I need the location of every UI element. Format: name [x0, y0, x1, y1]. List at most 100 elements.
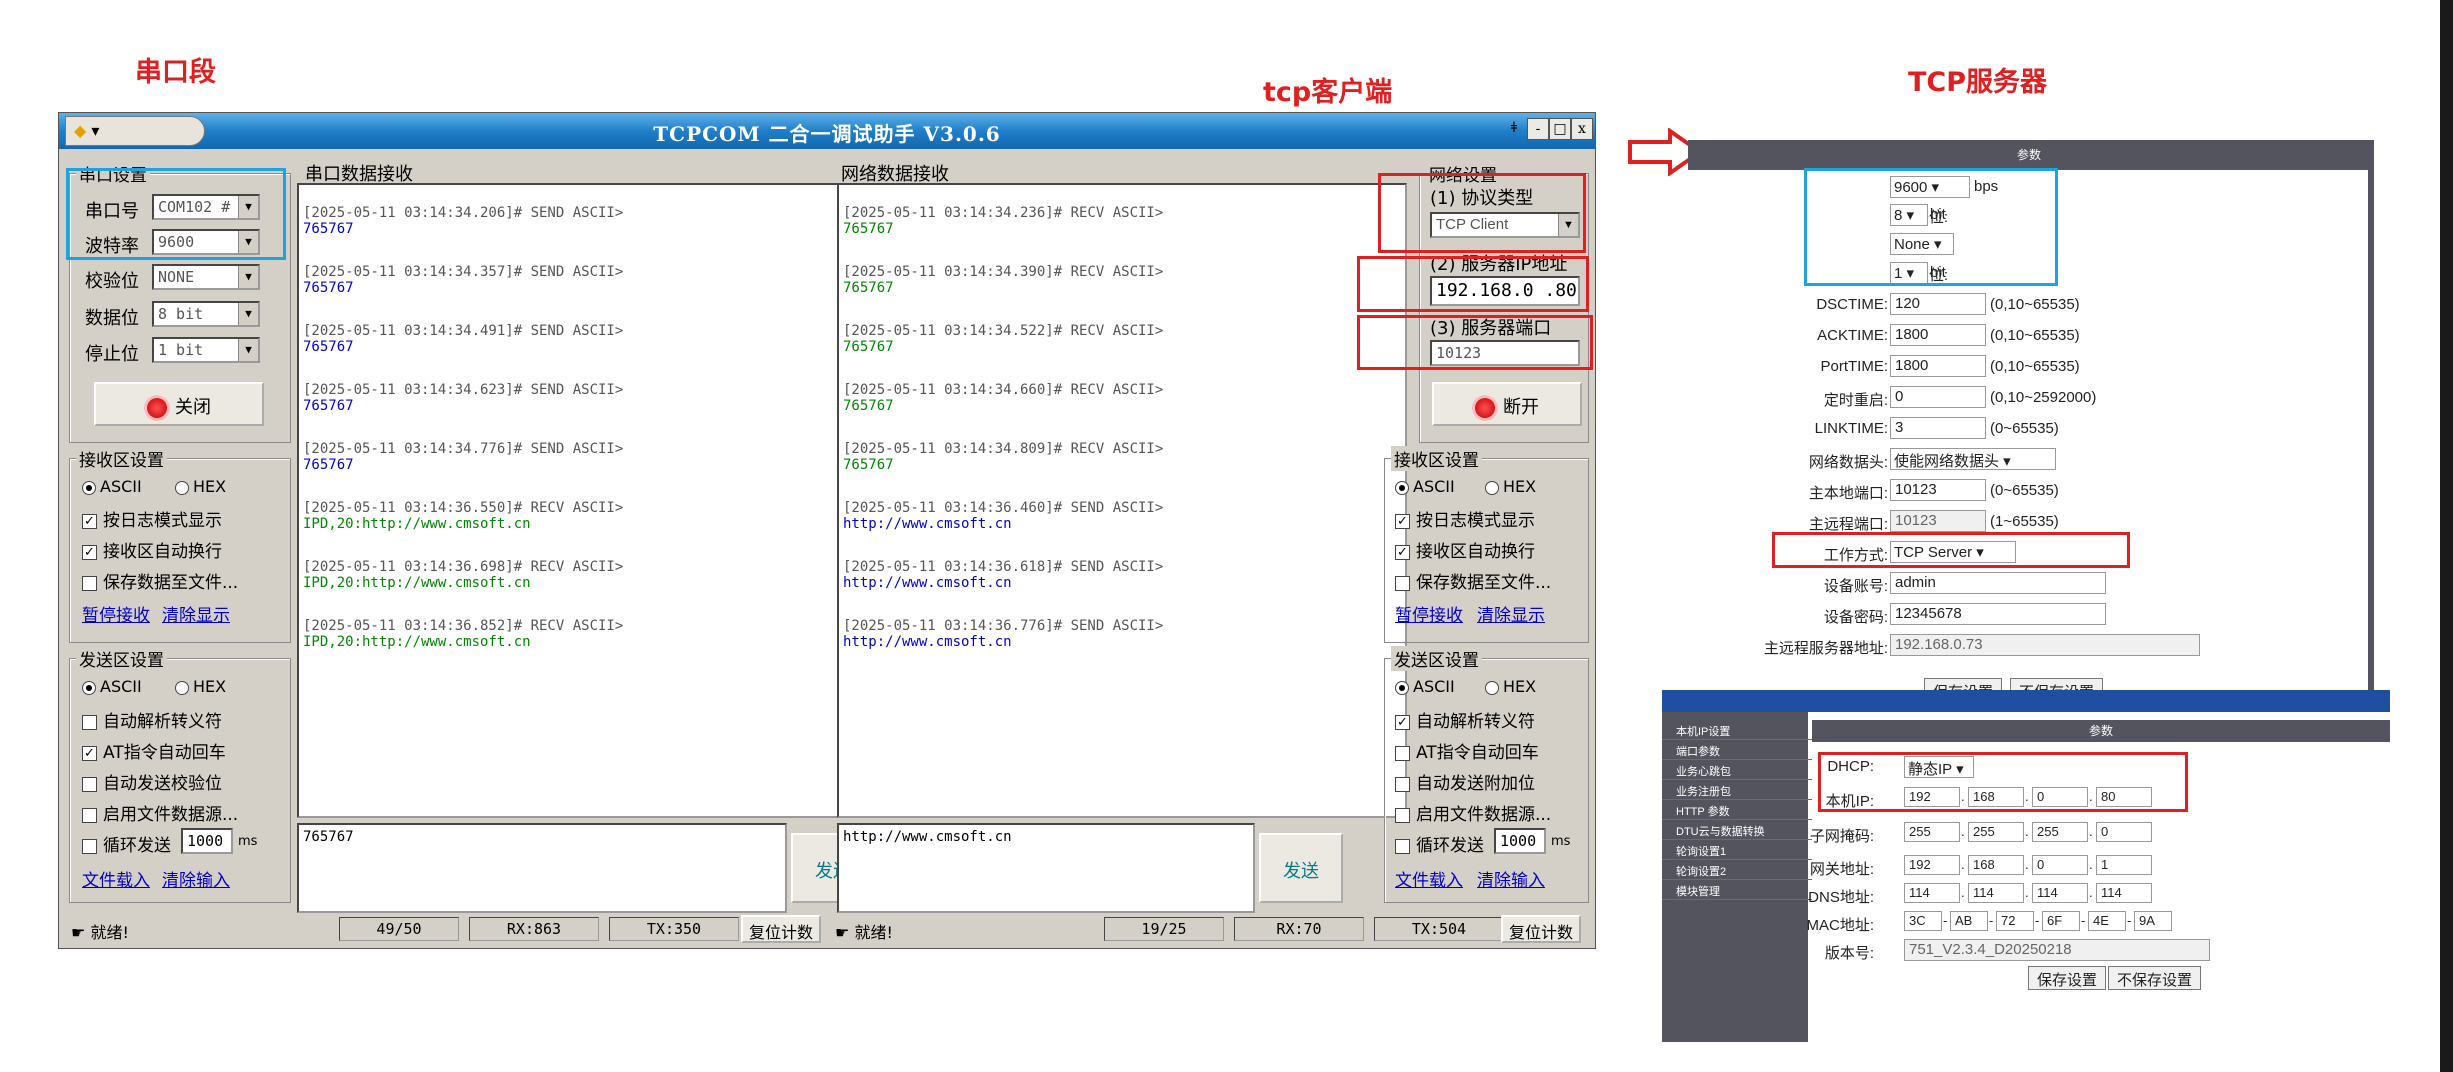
- chevron-down-icon: ▼: [238, 303, 258, 325]
- left-clear-display-link[interactable]: 清除显示: [162, 601, 230, 626]
- sp-restart-range: (0,10~2592000): [1990, 389, 2097, 406]
- serial-log-entry-body: IPD,20:http://www.cmsoft.cn: [303, 634, 531, 650]
- sp-ack-input[interactable]: 1800: [1890, 324, 1986, 346]
- octet-input[interactable]: 255: [1904, 822, 1960, 842]
- octet-input[interactable]: 72: [1996, 911, 2034, 931]
- sp-localport-input[interactable]: 10123: [1890, 479, 1986, 501]
- right-loop-ms-input[interactable]: 1000: [1494, 828, 1546, 854]
- left-send-ascii-radio[interactable]: ASCII: [82, 677, 142, 696]
- left-log-mode-checkbox[interactable]: ✓ 按日志模式显示: [82, 506, 222, 531]
- sp-restart-label: 定时重启:: [1823, 392, 1888, 409]
- octet-input[interactable]: 114: [1904, 883, 1960, 903]
- right-save-file-checkbox[interactable]: 保存数据至文件...: [1395, 568, 1551, 593]
- right-clear-display-link[interactable]: 清除显示: [1477, 601, 1545, 626]
- sidebar-item[interactable]: 端口参数: [1662, 740, 1812, 760]
- serial-recv-log[interactable]: [2025-05-11 03:14:34.206]# SEND ASCII> 76…: [297, 183, 877, 818]
- octet-input[interactable]: 4E: [2088, 911, 2126, 931]
- databits-select[interactable]: 8 bit ▼: [152, 301, 260, 327]
- right-at-enter-checkbox[interactable]: AT指令自动回车: [1395, 738, 1539, 763]
- sidebar-item[interactable]: 本机IP设置: [1662, 720, 1812, 740]
- right-send-ascii-radio[interactable]: ASCII: [1395, 677, 1455, 696]
- left-loop-send-checkbox[interactable]: 循环发送: [82, 831, 171, 856]
- sp-dsc-input[interactable]: 120: [1890, 293, 1986, 315]
- net-log-entry-header: [2025-05-11 03:14:36.618]# SEND ASCII>: [843, 559, 1164, 575]
- octet-separator: .: [2089, 824, 2093, 839]
- left-recv-hex-radio[interactable]: HEX: [175, 477, 226, 496]
- right-pause-link[interactable]: 暂停接收: [1395, 601, 1463, 626]
- left-auto-check-checkbox[interactable]: 自动发送校验位: [82, 769, 222, 794]
- octet-input[interactable]: AB: [1950, 911, 1988, 931]
- sp-password-input[interactable]: 12345678: [1890, 603, 2106, 625]
- left-file-source-checkbox[interactable]: 启用文件数据源...: [82, 800, 238, 825]
- net-send-button[interactable]: 发送: [1259, 833, 1343, 903]
- panel-edge: [2368, 140, 2374, 710]
- sp-link-input[interactable]: 3: [1890, 417, 1986, 439]
- right-log-mode-checkbox[interactable]: ✓ 按日志模式显示: [1395, 506, 1535, 531]
- octet-input[interactable]: 168: [1968, 855, 2024, 875]
- pin-icon[interactable]: ǂ: [1503, 118, 1525, 140]
- left-auto-wrap-checkbox[interactable]: ✓ 接收区自动换行: [82, 537, 222, 562]
- left-at-enter-checkbox[interactable]: ✓ AT指令自动回车: [82, 738, 226, 763]
- left-send-hex-radio[interactable]: HEX: [175, 677, 226, 696]
- serial-log-entry: [2025-05-11 03:14:36.550]# RECV ASCII> IP…: [303, 500, 875, 532]
- left-parse-escape-checkbox[interactable]: 自动解析转义符: [82, 707, 222, 732]
- left-loop-ms-input[interactable]: 1000: [181, 828, 233, 854]
- octet-separator: .: [1961, 857, 1965, 872]
- octet-input[interactable]: 0: [2096, 822, 2152, 842]
- sp-restart-input[interactable]: 0: [1890, 386, 1986, 408]
- left-recv-ascii-radio[interactable]: ASCII: [82, 477, 142, 496]
- right-clear-input-link[interactable]: 清除输入: [1477, 866, 1545, 891]
- right-auto-check-checkbox[interactable]: 自动发送附加位: [1395, 769, 1535, 794]
- serial-close-button[interactable]: 关闭: [94, 382, 264, 426]
- sp-header-select[interactable]: 使能网络数据头 ▾: [1890, 448, 2056, 470]
- left-clear-input-link[interactable]: 清除输入: [162, 866, 230, 891]
- left-reset-count-button[interactable]: 复位计数: [741, 915, 821, 943]
- net-disconnect-button[interactable]: 断开: [1432, 382, 1582, 426]
- sp-remote-addr-input[interactable]: 192.168.0.73: [1890, 634, 2200, 656]
- octet-input[interactable]: 114: [1968, 883, 2024, 903]
- sp-account-input[interactable]: admin: [1890, 572, 2106, 594]
- right-recv-ascii-radio[interactable]: ASCII: [1395, 477, 1455, 496]
- serial-log-entry-header: [2025-05-11 03:14:34.206]# SEND ASCII>: [303, 205, 624, 221]
- right-load-file-link[interactable]: 文件载入: [1395, 866, 1463, 891]
- close-window-button[interactable]: x: [1571, 118, 1593, 140]
- octet-input[interactable]: 1: [2096, 855, 2152, 875]
- parity-select[interactable]: NONE ▼: [152, 264, 260, 290]
- right-send-settings-title: 发送区设置: [1391, 646, 1482, 671]
- right-loop-send-checkbox[interactable]: 循环发送: [1395, 831, 1484, 856]
- right-send-hex-radio[interactable]: HEX: [1485, 677, 1536, 696]
- octet-input[interactable]: 6F: [2042, 911, 2080, 931]
- ip-save-button[interactable]: 保存设置: [2028, 966, 2107, 990]
- octet-input[interactable]: 114: [2032, 883, 2088, 903]
- net-send-input[interactable]: http://www.cmsoft.cn: [837, 823, 1255, 913]
- net-recv-log[interactable]: [2025-05-11 03:14:34.236]# RECV ASCII> 76…: [837, 183, 1407, 818]
- ip-nosave-button[interactable]: 不保存设置: [2108, 966, 2202, 990]
- sp-porttime-input[interactable]: 1800: [1890, 355, 1986, 377]
- serial-log-entry-body: 765767: [303, 280, 354, 296]
- minimize-button[interactable]: -: [1527, 118, 1549, 140]
- right-recv-hex-radio[interactable]: HEX: [1485, 477, 1536, 496]
- scrollbar-strip[interactable]: [2440, 0, 2453, 1072]
- octet-input[interactable]: 9A: [2134, 911, 2172, 931]
- maximize-button[interactable]: □: [1549, 118, 1571, 140]
- serial-log-entry-body: IPD,20:http://www.cmsoft.cn: [303, 516, 531, 532]
- octet-input[interactable]: 255: [1968, 822, 2024, 842]
- annotation-ip-settings-box: [1818, 752, 2188, 812]
- right-auto-wrap-checkbox[interactable]: ✓ 接收区自动换行: [1395, 537, 1535, 562]
- right-reset-count-button[interactable]: 复位计数: [1501, 915, 1581, 943]
- right-file-source-checkbox[interactable]: 启用文件数据源...: [1395, 800, 1551, 825]
- right-parse-escape-checkbox[interactable]: ✓ 自动解析转义符: [1395, 707, 1535, 732]
- net-log-entry-body: http://www.cmsoft.cn: [843, 575, 1012, 591]
- serial-send-input[interactable]: 765767: [297, 823, 787, 913]
- sp-remoteport-input[interactable]: 10123: [1890, 510, 1986, 532]
- sp-dsc-label: DSCTIME:: [1816, 296, 1888, 313]
- left-pause-link[interactable]: 暂停接收: [82, 601, 150, 626]
- stopbits-select[interactable]: 1 bit ▼: [152, 337, 260, 363]
- left-load-file-link[interactable]: 文件载入: [82, 866, 150, 891]
- octet-input[interactable]: 3C: [1904, 911, 1942, 931]
- left-save-file-checkbox[interactable]: 保存数据至文件...: [82, 568, 238, 593]
- octet-input[interactable]: 192: [1904, 855, 1960, 875]
- octet-input[interactable]: 255: [2032, 822, 2088, 842]
- octet-input[interactable]: 114: [2096, 883, 2152, 903]
- octet-input[interactable]: 0: [2032, 855, 2088, 875]
